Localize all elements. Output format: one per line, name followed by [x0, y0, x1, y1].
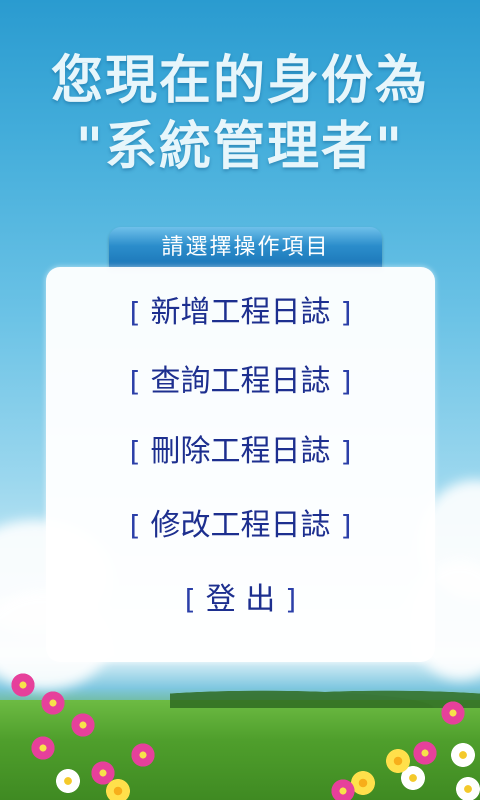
bracket-open: [	[129, 296, 141, 329]
menu-panel: [ 新增工程日誌] [ 查詢工程日誌] [ 刪除工程日誌] [ 修改工程日誌] [ 登 出…	[46, 267, 435, 662]
bracket-close: ]	[285, 583, 297, 616]
flower-decoration	[10, 672, 36, 698]
bracket-open: [	[129, 509, 141, 542]
bracket-open: [	[184, 583, 196, 616]
bracket-open: [	[129, 365, 141, 398]
add-log-label: 新增工程日誌	[150, 295, 331, 330]
flower-decoration	[385, 748, 411, 774]
logout-label: 登 出	[205, 582, 276, 617]
role-title: 您現在的身份為 "系統管理者"	[0, 48, 480, 180]
flower-decoration	[330, 778, 356, 800]
flower-decoration	[70, 712, 96, 738]
flower-decoration	[130, 742, 156, 768]
bracket-close: ]	[340, 509, 352, 542]
logout-button[interactable]: [ 登 出]	[46, 578, 435, 622]
query-log-button[interactable]: [ 查詢工程日誌]	[46, 360, 435, 404]
edit-log-label: 修改工程日誌	[150, 508, 331, 543]
flower-decoration	[40, 690, 66, 716]
flower-decoration	[55, 768, 81, 794]
flower-decoration	[450, 742, 476, 768]
bracket-close: ]	[340, 296, 352, 329]
bracket-open: [	[129, 435, 141, 468]
role-title-line2: "系統管理者"	[75, 117, 405, 177]
tree-line	[170, 686, 480, 708]
flower-decoration	[455, 776, 480, 800]
menu-header-tab: 請選擇操作項目	[109, 227, 382, 269]
flower-decoration	[440, 700, 466, 726]
edit-log-button[interactable]: [ 修改工程日誌]	[46, 504, 435, 548]
delete-log-button[interactable]: [ 刪除工程日誌]	[46, 430, 435, 474]
add-log-button[interactable]: [ 新增工程日誌]	[46, 291, 435, 335]
role-title-line1: 您現在的身份為	[50, 51, 429, 111]
bracket-close: ]	[340, 435, 352, 468]
delete-log-label: 刪除工程日誌	[150, 434, 331, 469]
app-screen: 您現在的身份為 "系統管理者" 請選擇操作項目 [ 新增工程日誌] [ 查詢工程日誌…	[0, 0, 480, 800]
bracket-close: ]	[340, 365, 352, 398]
query-log-label: 查詢工程日誌	[150, 364, 331, 399]
flower-decoration	[412, 740, 438, 766]
flower-decoration	[30, 735, 56, 761]
flower-decoration	[105, 778, 131, 800]
